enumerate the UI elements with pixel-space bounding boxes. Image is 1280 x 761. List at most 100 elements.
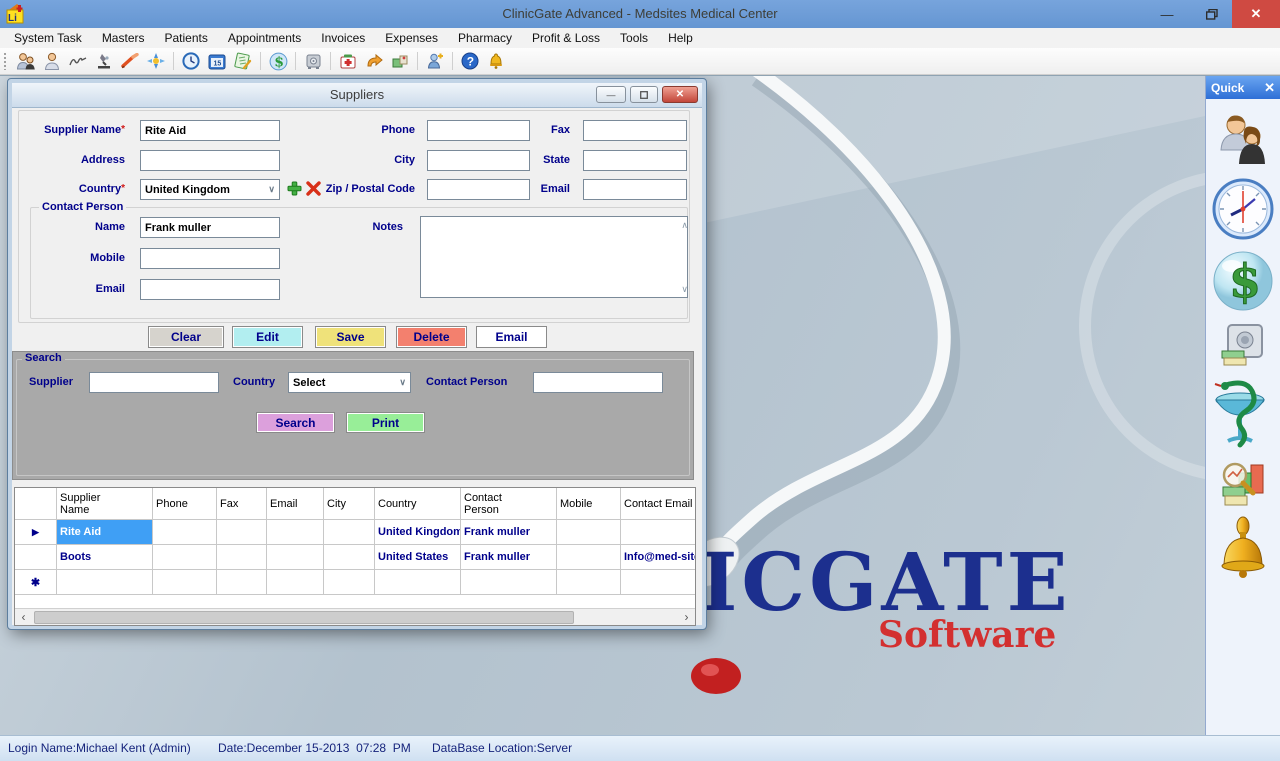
grid-header-fax[interactable]: Fax bbox=[217, 488, 267, 519]
cell-mobile[interactable] bbox=[557, 545, 621, 569]
notes-scroll-down-icon[interactable]: ∨ bbox=[681, 284, 688, 295]
grid-header-country[interactable]: Country bbox=[375, 488, 461, 519]
return-arrow-icon[interactable] bbox=[361, 50, 387, 72]
search-contact-input[interactable] bbox=[533, 372, 663, 393]
search-button[interactable]: Search bbox=[256, 412, 335, 433]
cell-contact-email[interactable] bbox=[621, 570, 695, 594]
services-icon[interactable] bbox=[143, 50, 169, 72]
cell-city[interactable] bbox=[324, 520, 375, 544]
menu-patients[interactable]: Patients bbox=[155, 29, 218, 47]
cell-contact-person[interactable] bbox=[461, 570, 557, 594]
search-supplier-input[interactable] bbox=[89, 372, 219, 393]
cell-supplier-name[interactable] bbox=[57, 570, 153, 594]
cell-contact-email[interactable]: Info@med-sites.c bbox=[621, 545, 695, 569]
toolbar-grip[interactable] bbox=[3, 52, 8, 70]
quick-pharmacy-icon[interactable] bbox=[1212, 375, 1274, 455]
prescription-pen-icon[interactable] bbox=[117, 50, 143, 72]
grid-header-city[interactable]: City bbox=[324, 488, 375, 519]
patients-icon[interactable] bbox=[13, 50, 39, 72]
cell-email[interactable] bbox=[267, 520, 324, 544]
delete-button[interactable]: Delete bbox=[396, 326, 467, 348]
backup-user-icon[interactable] bbox=[422, 50, 448, 72]
zip-input[interactable] bbox=[427, 179, 530, 200]
cell-country[interactable] bbox=[375, 570, 461, 594]
state-input[interactable] bbox=[583, 150, 687, 171]
quick-expenses-safe-icon[interactable] bbox=[1218, 317, 1268, 375]
fax-input[interactable] bbox=[583, 120, 687, 141]
scroll-right-icon[interactable]: › bbox=[678, 609, 695, 625]
quick-billing-dollar-icon[interactable]: $ bbox=[1212, 245, 1274, 317]
patient-icon[interactable] bbox=[39, 50, 65, 72]
grid-header-mobile[interactable]: Mobile bbox=[557, 488, 621, 519]
grid-header-contact-email[interactable]: Contact Email bbox=[621, 488, 695, 519]
cell-contact-email[interactable] bbox=[621, 520, 695, 544]
grid-row-rite-aid[interactable]: ▶ Rite Aid United Kingdom Frank muller bbox=[15, 520, 695, 545]
delete-country-icon[interactable] bbox=[306, 181, 321, 196]
expenses-safe-icon[interactable] bbox=[300, 50, 326, 72]
cell-contact-person[interactable]: Frank muller bbox=[461, 520, 557, 544]
cell-country[interactable]: United Kingdom bbox=[375, 520, 461, 544]
dialog-minimize-button[interactable]: — bbox=[596, 86, 626, 103]
main-titlebar[interactable]: Li ClinicGate Advanced - Medsites Medica… bbox=[0, 0, 1280, 28]
restore-button[interactable] bbox=[1192, 0, 1232, 28]
address-input[interactable] bbox=[140, 150, 280, 171]
email-button[interactable]: Email bbox=[476, 326, 547, 348]
grid-header-phone[interactable]: Phone bbox=[153, 488, 217, 519]
menu-invoices[interactable]: Invoices bbox=[311, 29, 375, 47]
cell-mobile[interactable] bbox=[557, 520, 621, 544]
payments-dollar-icon[interactable]: $ bbox=[265, 50, 291, 72]
menu-tools[interactable]: Tools bbox=[610, 29, 658, 47]
calendar-icon[interactable]: 15 bbox=[204, 50, 230, 72]
suppliers-dialog-titlebar[interactable]: Suppliers — ✕ bbox=[12, 83, 702, 108]
close-button[interactable]: ✕ bbox=[1232, 0, 1280, 28]
cell-supplier-name[interactable]: Rite Aid bbox=[57, 520, 153, 544]
grid-row-new[interactable]: ✱ bbox=[15, 570, 695, 595]
menu-expenses[interactable]: Expenses bbox=[375, 29, 448, 47]
save-button[interactable]: Save bbox=[315, 326, 386, 348]
cell-contact-person[interactable]: Frank muller bbox=[461, 545, 557, 569]
grid-header-email[interactable]: Email bbox=[267, 488, 324, 519]
scrollbar-thumb[interactable] bbox=[34, 611, 574, 624]
add-country-icon[interactable] bbox=[287, 181, 302, 196]
cell-email[interactable] bbox=[267, 545, 324, 569]
contact-name-input[interactable] bbox=[140, 217, 280, 238]
menu-pharmacy[interactable]: Pharmacy bbox=[448, 29, 522, 47]
cell-city[interactable] bbox=[324, 545, 375, 569]
help-icon[interactable]: ? bbox=[457, 50, 483, 72]
search-country-select[interactable]: Select ∨ bbox=[288, 372, 411, 393]
scroll-left-icon[interactable]: ‹ bbox=[15, 609, 32, 625]
edit-button[interactable]: Edit bbox=[232, 326, 303, 348]
menu-system-task[interactable]: System Task bbox=[4, 29, 92, 47]
grid-horizontal-scrollbar[interactable]: ‹ › bbox=[15, 608, 695, 625]
contact-mobile-input[interactable] bbox=[140, 248, 280, 269]
cell-city[interactable] bbox=[324, 570, 375, 594]
cell-phone[interactable] bbox=[153, 570, 217, 594]
print-button[interactable]: Print bbox=[346, 412, 425, 433]
country-select[interactable]: United Kingdom ∨ bbox=[140, 179, 280, 200]
dialog-close-button[interactable]: ✕ bbox=[662, 86, 698, 103]
cell-fax[interactable] bbox=[217, 545, 267, 569]
menu-appointments[interactable]: Appointments bbox=[218, 29, 311, 47]
cell-supplier-name[interactable]: Boots bbox=[57, 545, 153, 569]
cell-phone[interactable] bbox=[153, 520, 217, 544]
grid-row-boots[interactable]: Boots United States Frank muller Info@me… bbox=[15, 545, 695, 570]
lab-microscope-icon[interactable] bbox=[91, 50, 117, 72]
clear-button[interactable]: Clear bbox=[148, 326, 224, 348]
phone-input[interactable] bbox=[427, 120, 530, 141]
grid-header-contact-person[interactable]: Contact Person bbox=[461, 488, 557, 519]
reminder-bell-icon[interactable] bbox=[483, 50, 509, 72]
cell-country[interactable]: United States bbox=[375, 545, 461, 569]
billing-note-icon[interactable] bbox=[230, 50, 256, 72]
cell-fax[interactable] bbox=[217, 520, 267, 544]
grid-header-supplier-name[interactable]: Supplier Name bbox=[57, 488, 153, 519]
city-input[interactable] bbox=[427, 150, 530, 171]
cell-mobile[interactable] bbox=[557, 570, 621, 594]
cell-phone[interactable] bbox=[153, 545, 217, 569]
appointments-clock-icon[interactable] bbox=[178, 50, 204, 72]
cell-fax[interactable] bbox=[217, 570, 267, 594]
quick-close-icon[interactable]: ✕ bbox=[1264, 80, 1275, 96]
minimize-button[interactable]: — bbox=[1150, 0, 1184, 28]
purchase-icon[interactable] bbox=[387, 50, 413, 72]
quick-appointments-clock-icon[interactable] bbox=[1211, 173, 1275, 245]
contact-email-input[interactable] bbox=[140, 279, 280, 300]
